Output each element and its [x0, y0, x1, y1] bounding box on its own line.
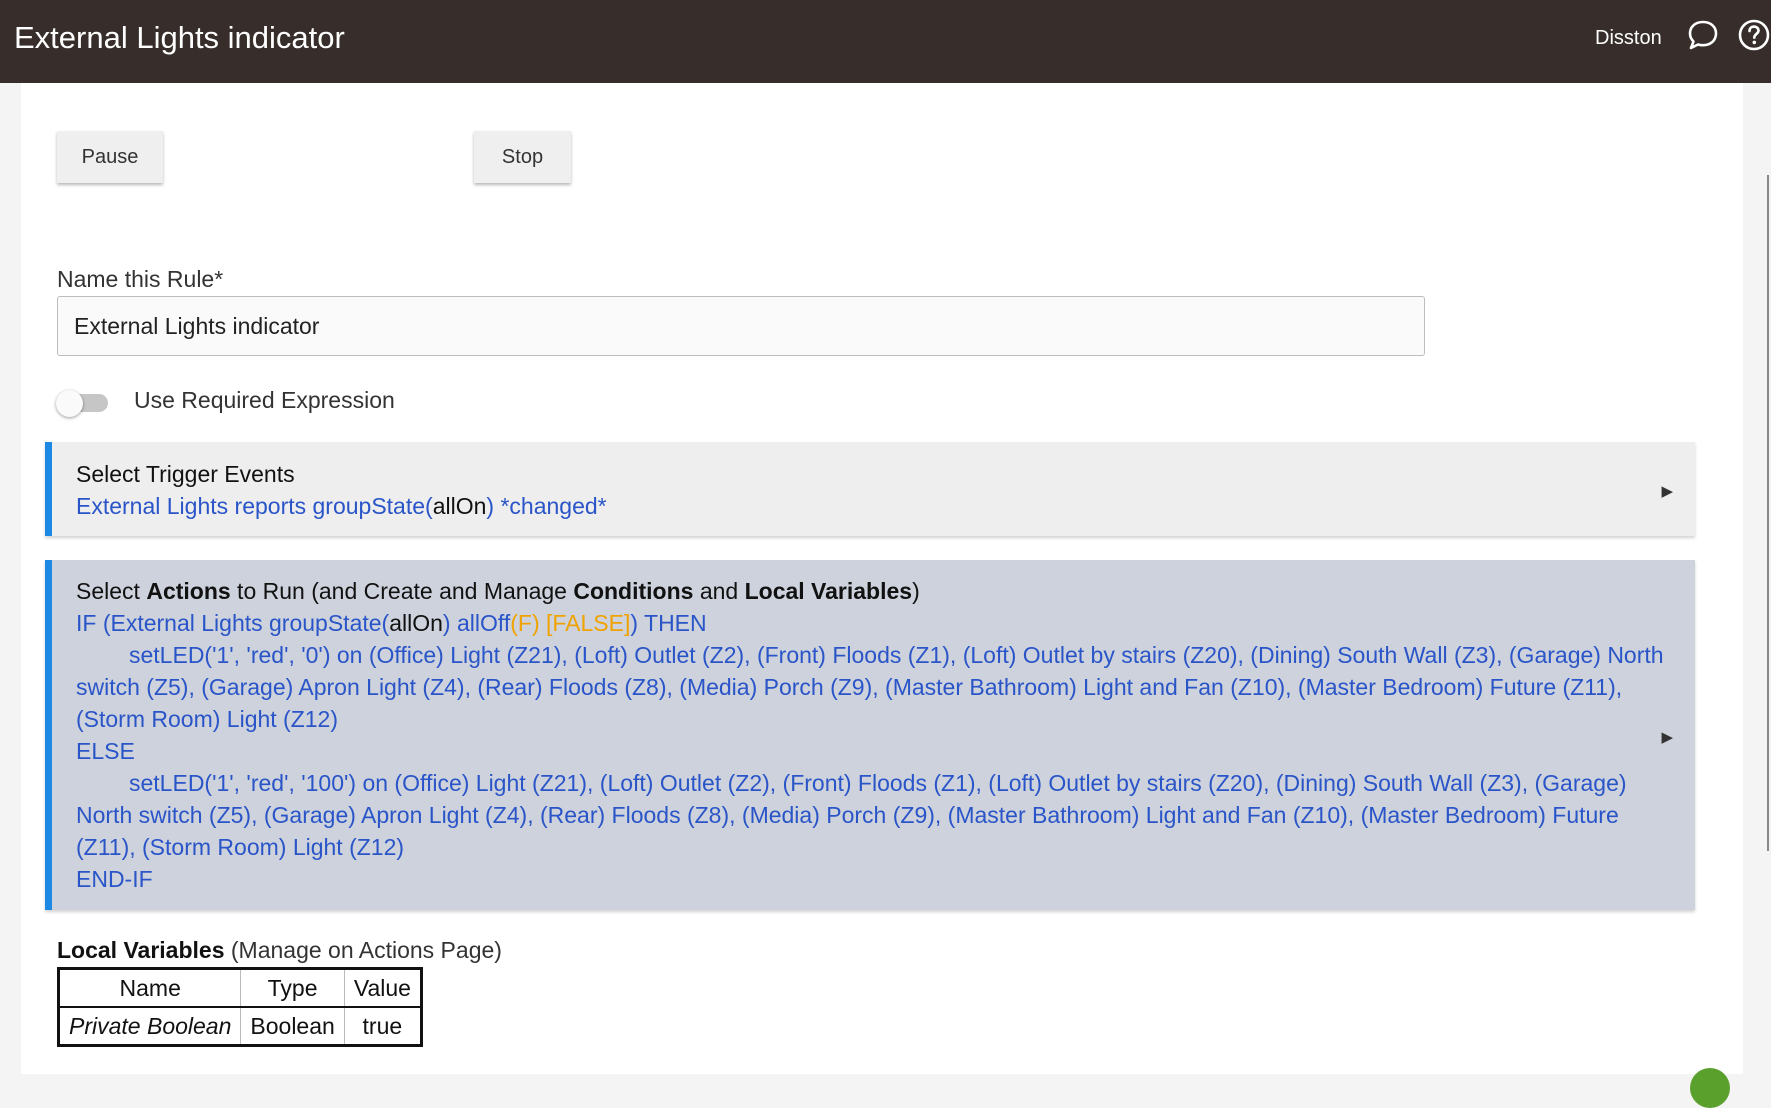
toggle-knob	[56, 390, 83, 417]
actions-heading: Select Actions to Run (and Create and Ma…	[76, 578, 920, 604]
end-if-line: END-IF	[76, 866, 153, 892]
trigger-events-section[interactable]: Select Trigger Events External Lights re…	[45, 442, 1695, 536]
hub-name[interactable]: Disston	[1595, 24, 1662, 52]
page-title: External Lights indicator	[14, 20, 345, 55]
pause-button[interactable]: Pause	[57, 131, 163, 183]
expand-arrow-icon[interactable]: ▶	[1661, 482, 1673, 500]
variable-name: Private Boolean	[57, 1006, 242, 1046]
local-variables-table: Name Type Value Private Boolean Boolean …	[57, 967, 423, 1047]
then-action: setLED('1', 'red', '0') on (Office) Ligh…	[76, 642, 1664, 732]
else-line: ELSE	[76, 738, 135, 764]
stop-button[interactable]: Stop	[474, 131, 571, 183]
variable-value: true	[343, 1006, 422, 1046]
rule-name-label: Name this Rule*	[57, 266, 224, 292]
if-line: IF (External Lights groupState(allOn) al…	[76, 610, 707, 636]
help-icon[interactable]	[1737, 18, 1771, 52]
table-row: Private Boolean Boolean true	[57, 1006, 422, 1046]
required-expression-label: Use Required Expression	[134, 387, 395, 413]
rule-name-input[interactable]	[57, 296, 1425, 356]
required-expression-toggle[interactable]	[56, 390, 112, 417]
else-action: setLED('1', 'red', '100') on (Office) Li…	[76, 770, 1627, 860]
top-bar: External Lights indicator Disston	[0, 0, 1771, 83]
local-variables-title: Local Variables (Manage on Actions Page)	[57, 937, 502, 963]
column-header-type: Type	[240, 968, 345, 1008]
column-header-value: Value	[343, 968, 422, 1008]
table-header-row: Name Type Value	[57, 968, 422, 1008]
floating-action-button[interactable]	[1690, 1068, 1730, 1108]
trigger-heading: Select Trigger Events	[76, 461, 295, 487]
variable-type: Boolean	[240, 1006, 345, 1046]
actions-section[interactable]: Select Actions to Run (and Create and Ma…	[45, 560, 1695, 910]
scrollbar[interactable]	[1767, 175, 1769, 851]
column-header-name: Name	[57, 968, 242, 1008]
chat-bubble-icon[interactable]	[1686, 18, 1720, 52]
trigger-summary: External Lights reports groupState(allOn…	[76, 493, 607, 519]
expand-arrow-icon[interactable]: ▶	[1661, 728, 1673, 746]
